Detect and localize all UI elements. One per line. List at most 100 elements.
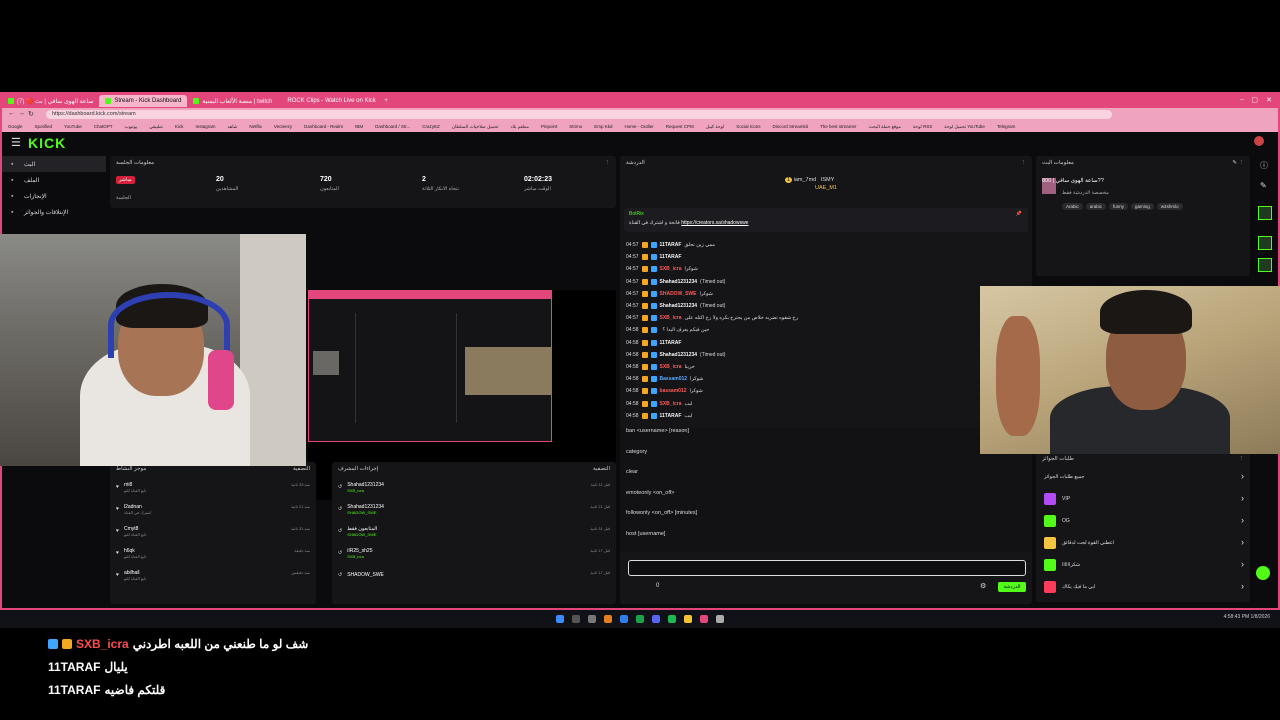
new-tab-button[interactable]: + — [378, 95, 394, 107]
browser-tab[interactable]: (7) 🔴 ساعة الهوى ساقي | بث — [2, 95, 99, 107]
bookmark-link[interactable]: Instagram — [195, 124, 215, 129]
browser-tab[interactable]: منصة الألعاب اليمنية | twitch — [187, 95, 278, 107]
task-view-icon[interactable] — [588, 615, 596, 623]
more-icon[interactable]: ⋮ — [1239, 456, 1245, 462]
bookmark-link[interactable]: CrazyEZ — [422, 124, 440, 129]
mod-action-name[interactable]: المتابعون فقط — [347, 526, 377, 532]
close-icon[interactable]: ✕ — [1266, 96, 1272, 104]
sidebar-item-achievements[interactable]: الإنجازات — [2, 188, 106, 204]
message-username[interactable]: 11TARAF — [660, 413, 682, 419]
vscode-icon[interactable] — [620, 615, 628, 623]
app-icon[interactable] — [604, 615, 612, 623]
system-tray[interactable]: 4:58:43 PM 1/8/2026 — [1224, 614, 1270, 620]
app-icon[interactable] — [636, 615, 644, 623]
reward-item[interactable]: شكراااااا › — [1036, 554, 1250, 576]
mod-action-name[interactable]: SHADOW_SWE — [347, 572, 384, 578]
mod-action-target[interactable]: SHADOW_SWE — [347, 532, 377, 537]
filter-tab[interactable]: التصفية — [293, 466, 310, 472]
bookmark-link[interactable]: Google — [8, 124, 23, 129]
menu-icon[interactable]: ☰ — [11, 136, 21, 149]
reward-item[interactable]: VIP › — [1036, 488, 1250, 510]
bookmark-link[interactable]: يوتيوب — [124, 124, 137, 130]
message-username[interactable]: 11TARAF — [660, 340, 682, 346]
bookmark-link[interactable]: Dashboard - Realm — [304, 124, 343, 129]
url-input[interactable]: https://dashboard.kick.com/stream — [46, 110, 1112, 119]
stream-tag[interactable]: funny — [1109, 203, 1129, 210]
bookmark-link[interactable]: Pinpoint — [541, 124, 557, 129]
pin-icon[interactable]: 📌 — [1016, 211, 1022, 217]
bookmark-link[interactable]: شاهد — [227, 124, 237, 130]
edit-icon[interactable]: ✎ ⋮ — [1232, 160, 1244, 166]
bookmark-link[interactable]: Spotified — [35, 124, 53, 129]
mod-action-target[interactable]: SXB_icra — [347, 488, 384, 493]
mod-action-name[interactable]: iIR25_sh25 — [347, 548, 372, 554]
clipboard-icon[interactable] — [1258, 258, 1272, 272]
message-username[interactable]: SXB_icra — [660, 315, 682, 321]
minimize-icon[interactable]: – — [1240, 96, 1244, 103]
bookmark-link[interactable]: Social Icons — [736, 124, 760, 129]
message-username[interactable]: SXB_icra — [660, 364, 682, 370]
message-username[interactable]: Shahad1231234 — [660, 303, 698, 309]
spotify-icon[interactable] — [668, 615, 676, 623]
explorer-icon[interactable] — [684, 615, 692, 623]
stream-tag[interactable]: w3shmlo — [1156, 203, 1183, 210]
bookmark-link[interactable]: تحميل لوحة YouTube — [944, 124, 985, 130]
edit-icon[interactable]: ✎ — [1260, 181, 1270, 190]
reward-item[interactable]: اعطني القوة لجت لدقائق › — [1036, 532, 1250, 554]
search-icon[interactable] — [572, 615, 580, 623]
sidebar-item-rewards[interactable]: الإنتلاقات والجوائز — [2, 204, 106, 220]
discord-icon[interactable] — [652, 615, 660, 623]
sidebar-item-stream[interactable]: البث — [2, 156, 106, 172]
bookmark-link[interactable]: مطعم بلاد — [511, 124, 529, 130]
bookmark-link[interactable]: تحميل صلاحيات السلطان — [452, 124, 499, 130]
message-username[interactable]: SXB_icra — [660, 266, 682, 272]
more-icon[interactable]: ⋮ — [1021, 160, 1027, 166]
browser-tab-active[interactable]: Stream - Kick Dashboard — [99, 95, 188, 107]
message-username[interactable]: SHADOW_SWE — [660, 291, 697, 297]
pinned-link[interactable]: https://creators.sa/shadowswe — [681, 220, 748, 226]
mod-action-name[interactable]: Shahad1231234 — [347, 504, 384, 510]
bookmark-link[interactable]: IBM — [355, 124, 363, 129]
mod-action-target[interactable]: SHADOW_SWE — [347, 510, 384, 515]
lightning-icon[interactable] — [1258, 236, 1272, 250]
bookmark-link[interactable]: Vecteezy — [274, 124, 292, 129]
browser-icon[interactable] — [700, 615, 708, 623]
chat-input[interactable] — [628, 560, 1026, 576]
bookmark-link[interactable]: Strimo — [569, 124, 582, 129]
command-item[interactable]: clear — [620, 469, 1032, 490]
browser-tab[interactable]: ROCK Clips - Watch Live on Kick — [278, 95, 378, 107]
forward-icon[interactable]: → — [18, 110, 25, 117]
stream-tag[interactable]: Arabic — [1062, 203, 1083, 210]
bookmark-link[interactable]: Discord Streamkit — [772, 124, 808, 129]
mod-action-target[interactable]: SXB_icra — [347, 554, 372, 559]
info-icon[interactable]: ⓘ — [1260, 160, 1270, 171]
mod-tool-icon[interactable] — [1258, 206, 1272, 220]
bookmark-link[interactable]: Request CPM — [666, 124, 694, 129]
message-username[interactable]: 11TARAF — [660, 254, 682, 260]
reward-item[interactable]: OG › — [1036, 510, 1250, 532]
bookmark-link[interactable]: Kick — [175, 124, 184, 129]
command-item[interactable]: followonly <on_off> [minutes] — [620, 510, 1032, 531]
command-item[interactable]: ban <username> [reason] — [620, 428, 1032, 449]
bookmark-link[interactable]: Netflix — [249, 124, 262, 129]
bookmark-link[interactable]: لوحة RSS — [913, 124, 932, 130]
command-item[interactable]: emoteonly <on_off> — [620, 490, 1032, 511]
message-username[interactable]: Shahad1231234 — [660, 352, 698, 358]
message-username[interactable]: SXB_icra — [660, 401, 682, 407]
mod-action-name[interactable]: Shahad1231234 — [347, 482, 384, 488]
bookmark-link[interactable]: Telegram — [997, 124, 1016, 129]
message-username[interactable]: bassam012 — [660, 388, 687, 394]
windows-start-icon[interactable] — [556, 615, 564, 623]
sidebar-item-profile[interactable]: الملف — [2, 172, 106, 188]
command-item[interactable]: category — [620, 449, 1032, 470]
bookmark-link[interactable]: YouTube — [64, 124, 82, 129]
bookmark-link[interactable]: Emp Kkd — [594, 124, 612, 129]
command-item[interactable]: host [username] — [620, 531, 1032, 552]
back-icon[interactable]: ← — [8, 110, 15, 117]
stream-tag[interactable]: gaming — [1131, 203, 1154, 210]
message-username[interactable]: 11TARAF — [660, 242, 682, 248]
message-username[interactable]: Bassam012 — [660, 376, 688, 382]
filter-tab[interactable]: التصفية — [593, 466, 610, 472]
bookmark-link[interactable]: تطبيقي — [149, 124, 163, 130]
all-rewards-row[interactable]: جميع طلبات الجوائز › — [1036, 466, 1250, 488]
